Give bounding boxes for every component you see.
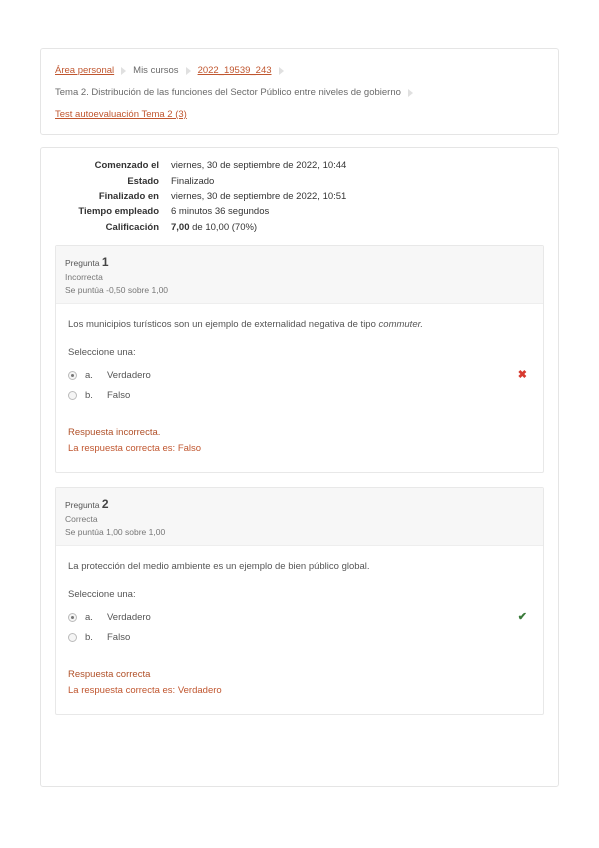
content-scroll[interactable]: Comenzado el viernes, 30 de septiembre d… bbox=[41, 148, 558, 786]
radio-icon[interactable] bbox=[68, 391, 77, 400]
feedback-status: Respuesta correcta bbox=[68, 667, 531, 682]
question-grade: Se puntúa 1,00 sobre 1,00 bbox=[65, 526, 534, 539]
question-feedback: Respuesta correcta La respuesta correcta… bbox=[56, 663, 543, 713]
summary-label-grade: Calificación bbox=[55, 220, 165, 235]
option-key: a. bbox=[85, 369, 97, 383]
question-options: a. Verdadero ✖ b. Falso bbox=[68, 366, 531, 406]
question-block: Pregunta 2 Correcta Se puntúa 1,00 sobre… bbox=[55, 487, 544, 715]
option-a[interactable]: a. Verdadero ✔ bbox=[68, 608, 531, 628]
chevron-right-icon bbox=[279, 67, 284, 75]
attempt-summary-table: Comenzado el viernes, 30 de septiembre d… bbox=[55, 158, 544, 235]
summary-value-finished: viernes, 30 de septiembre de 2022, 10:51 bbox=[165, 189, 544, 204]
question-feedback: Respuesta incorrecta. La respuesta corre… bbox=[56, 421, 543, 471]
option-b[interactable]: b. Falso bbox=[68, 628, 531, 648]
option-label: Verdadero bbox=[107, 611, 151, 625]
question-options: a. Verdadero ✔ b. Falso bbox=[68, 608, 531, 648]
question-block: Pregunta 1 Incorrecta Se puntúa -0,50 so… bbox=[55, 245, 544, 473]
bc-mis-cursos: Mis cursos bbox=[133, 61, 178, 80]
option-label: Falso bbox=[107, 389, 130, 403]
feedback-correct: La respuesta correcta es: Falso bbox=[68, 441, 531, 456]
question-grade: Se puntúa -0,50 sobre 1,00 bbox=[65, 284, 534, 297]
summary-value-state: Finalizado bbox=[165, 173, 544, 188]
question-number: Pregunta 1 bbox=[65, 258, 109, 268]
radio-icon[interactable] bbox=[68, 613, 77, 622]
breadcrumb-card: Área personal Mis cursos 2022_19539_243 … bbox=[40, 48, 559, 135]
option-label: Verdadero bbox=[107, 369, 151, 383]
table-row: Tiempo empleado 6 minutos 36 segundos bbox=[55, 204, 544, 219]
option-a[interactable]: a. Verdadero ✖ bbox=[68, 366, 531, 386]
summary-label-started: Comenzado el bbox=[55, 158, 165, 173]
table-row: Calificación 7,00 de 10,00 (70%) bbox=[55, 220, 544, 235]
summary-label-state: Estado bbox=[55, 173, 165, 188]
table-row: Estado Finalizado bbox=[55, 173, 544, 188]
bc-topic: Tema 2. Distribución de las funciones de… bbox=[55, 83, 401, 102]
check-icon: ✔ bbox=[518, 610, 527, 626]
radio-icon[interactable] bbox=[68, 371, 77, 380]
bc-course-code[interactable]: 2022_19539_243 bbox=[198, 61, 272, 80]
bc-area-personal[interactable]: Área personal bbox=[55, 61, 114, 80]
summary-label-time: Tiempo empleado bbox=[55, 204, 165, 219]
question-header: Pregunta 1 Incorrecta Se puntúa -0,50 so… bbox=[56, 246, 543, 305]
question-state: Incorrecta bbox=[65, 271, 534, 284]
option-b[interactable]: b. Falso bbox=[68, 386, 531, 406]
option-key: a. bbox=[85, 611, 97, 625]
breadcrumb: Área personal Mis cursos 2022_19539_243 … bbox=[55, 61, 544, 124]
content-frame: Comenzado el viernes, 30 de septiembre d… bbox=[40, 147, 559, 787]
table-row: Comenzado el viernes, 30 de septiembre d… bbox=[55, 158, 544, 173]
feedback-correct: La respuesta correcta es: Verdadero bbox=[68, 683, 531, 698]
question-text: La protección del medio ambiente es un e… bbox=[68, 560, 531, 574]
chevron-right-icon bbox=[186, 67, 191, 75]
summary-value-started: viernes, 30 de septiembre de 2022, 10:44 bbox=[165, 158, 544, 173]
summary-label-finished: Finalizado en bbox=[55, 189, 165, 204]
chevron-right-icon bbox=[121, 67, 126, 75]
feedback-status: Respuesta incorrecta. bbox=[68, 425, 531, 440]
option-key: b. bbox=[85, 631, 97, 645]
summary-value-time: 6 minutos 36 segundos bbox=[165, 204, 544, 219]
table-row: Finalizado en viernes, 30 de septiembre … bbox=[55, 189, 544, 204]
wrong-icon: ✖ bbox=[518, 368, 527, 384]
question-body: Los municipios turísticos son un ejemplo… bbox=[56, 304, 543, 421]
option-label: Falso bbox=[107, 631, 130, 645]
question-prompt: Seleccione una: bbox=[68, 588, 531, 602]
question-body: La protección del medio ambiente es un e… bbox=[56, 546, 543, 663]
question-prompt: Seleccione una: bbox=[68, 346, 531, 360]
summary-value-grade: 7,00 de 10,00 (70%) bbox=[165, 220, 544, 235]
bc-current[interactable]: Test autoevaluación Tema 2 (3) bbox=[55, 105, 187, 124]
question-text: Los municipios turísticos son un ejemplo… bbox=[68, 318, 531, 332]
option-key: b. bbox=[85, 389, 97, 403]
question-number: Pregunta 2 bbox=[65, 500, 109, 510]
question-header: Pregunta 2 Correcta Se puntúa 1,00 sobre… bbox=[56, 488, 543, 547]
chevron-right-icon bbox=[408, 89, 413, 97]
question-state: Correcta bbox=[65, 513, 534, 526]
radio-icon[interactable] bbox=[68, 633, 77, 642]
